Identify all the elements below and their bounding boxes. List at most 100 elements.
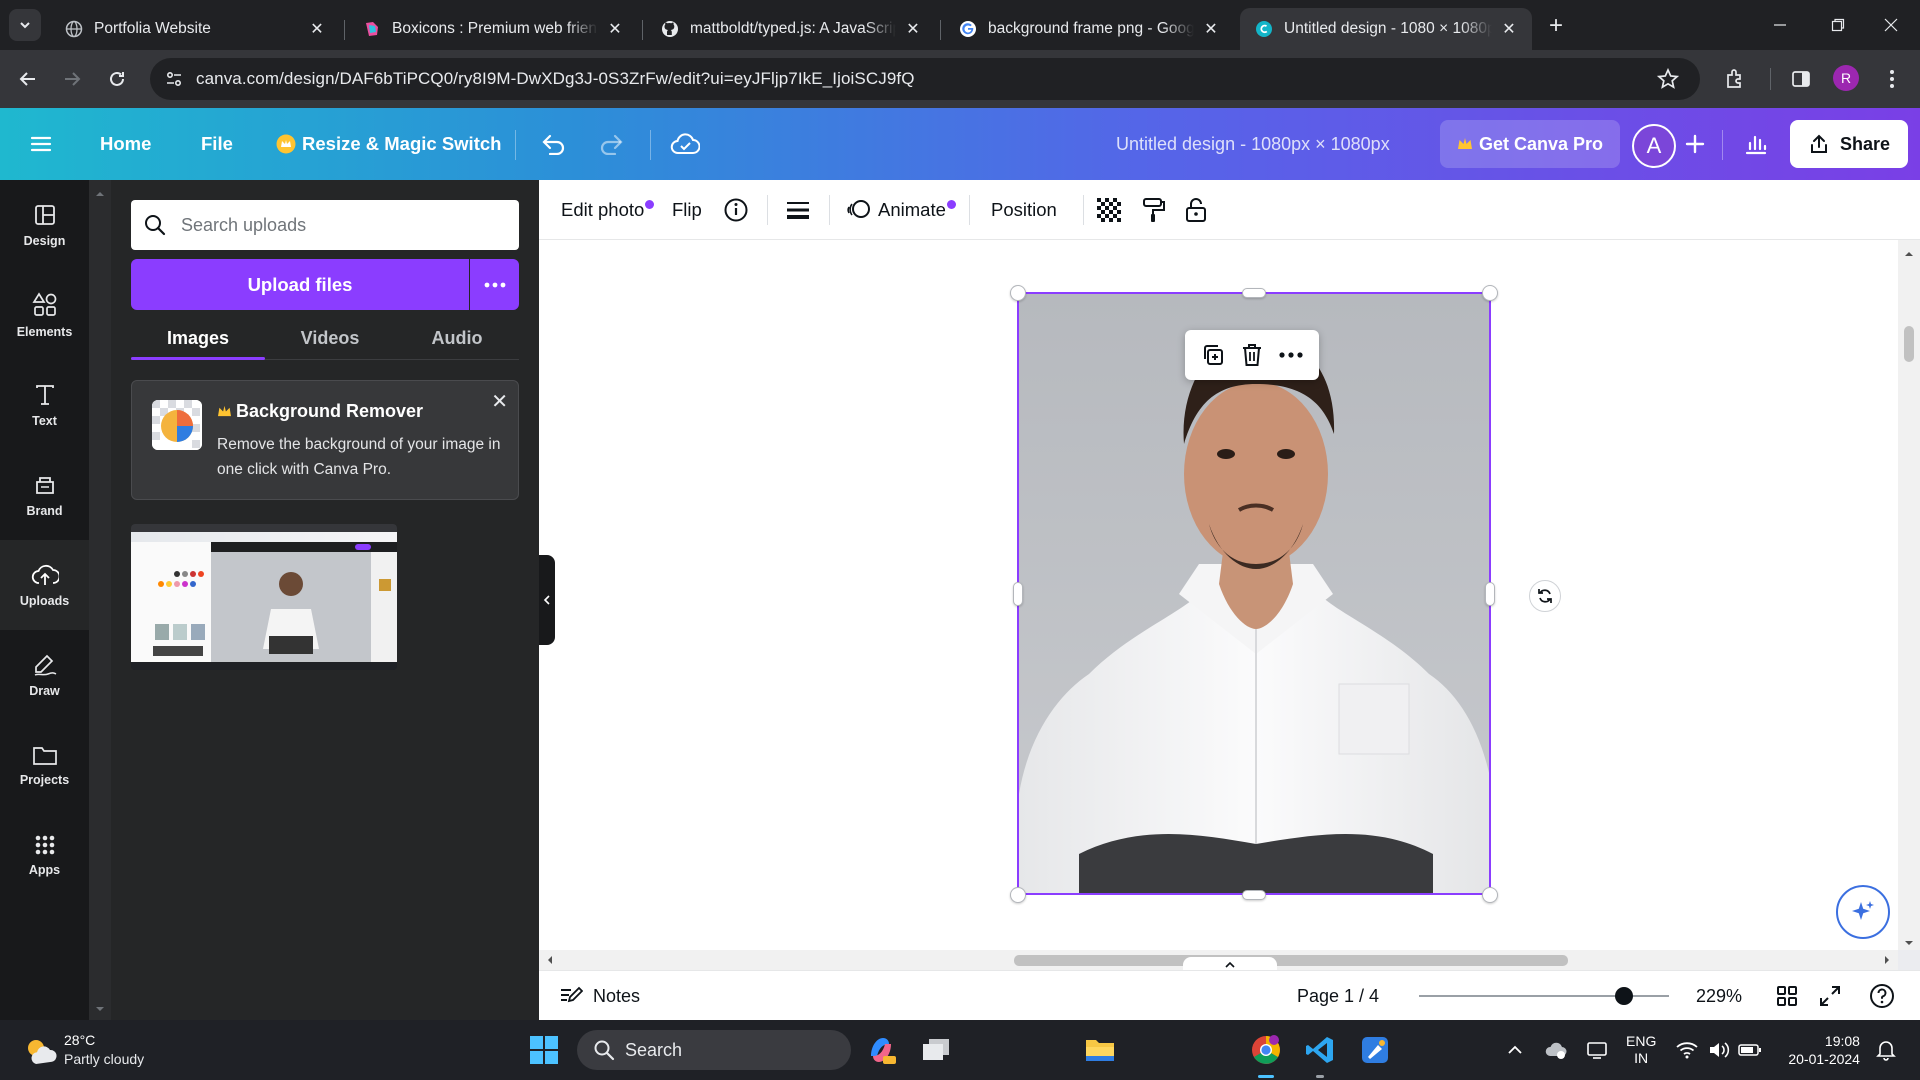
- browser-tab[interactable]: Portfolia Website ✕: [50, 8, 340, 50]
- battery-icon[interactable]: [1738, 1043, 1762, 1057]
- scroll-up-arrow-icon[interactable]: [89, 186, 111, 200]
- tab-videos[interactable]: Videos: [265, 318, 395, 358]
- language-indicator[interactable]: ENG IN: [1626, 1033, 1656, 1067]
- close-window-button[interactable]: [1862, 0, 1920, 50]
- user-avatar[interactable]: A: [1632, 124, 1676, 168]
- resize-magic-switch-button[interactable]: Resize & Magic Switch: [276, 108, 501, 180]
- taskbar-copilot[interactable]: [861, 1030, 901, 1070]
- onedrive-icon[interactable]: [1544, 1040, 1568, 1060]
- close-promo-icon[interactable]: ✕: [491, 389, 508, 414]
- redo-button[interactable]: [598, 108, 624, 180]
- chevron-up-icon[interactable]: [1506, 1043, 1524, 1057]
- share-button[interactable]: Share: [1790, 120, 1908, 168]
- scroll-down-arrow-icon[interactable]: [1898, 936, 1920, 950]
- browser-tab-active[interactable]: Untitled design - 1080 × 1080px ✕: [1240, 8, 1532, 50]
- design-page[interactable]: [539, 240, 1898, 950]
- back-button[interactable]: [12, 63, 44, 95]
- rail-item-projects[interactable]: Projects: [0, 720, 89, 810]
- border-style-button[interactable]: [786, 180, 810, 240]
- rail-item-draw[interactable]: Draw: [0, 630, 89, 720]
- home-button[interactable]: Home: [100, 108, 151, 180]
- side-panel-icon[interactable]: [1790, 68, 1812, 90]
- zoom-level[interactable]: 229%: [1696, 971, 1742, 1021]
- scroll-up-arrow-icon[interactable]: [1898, 246, 1920, 260]
- taskbar-paint[interactable]: [1355, 1030, 1395, 1070]
- browser-tab[interactable]: background frame png - Google Search ✕: [944, 8, 1234, 50]
- add-collaborator-button[interactable]: [1685, 108, 1705, 180]
- close-tab-icon[interactable]: ✕: [306, 18, 328, 40]
- insights-button[interactable]: [1744, 108, 1768, 180]
- upload-more-options-button[interactable]: [470, 259, 519, 310]
- info-button[interactable]: [723, 180, 749, 240]
- start-button[interactable]: [524, 1030, 564, 1070]
- close-tab-icon[interactable]: ✕: [902, 18, 924, 40]
- lock-button[interactable]: [1185, 180, 1207, 240]
- search-uploads-box[interactable]: [131, 200, 519, 250]
- fullscreen-button[interactable]: [1819, 971, 1841, 1021]
- reload-button[interactable]: [101, 63, 133, 95]
- position-button[interactable]: Position: [991, 180, 1057, 240]
- extensions-icon[interactable]: [1724, 68, 1746, 90]
- weather-widget[interactable]: 28°C Partly cloudy: [18, 1028, 178, 1072]
- duplicate-button[interactable]: [1201, 343, 1225, 367]
- undo-button[interactable]: [541, 108, 567, 180]
- notes-button[interactable]: Notes: [559, 971, 640, 1021]
- scroll-down-arrow-icon[interactable]: [89, 1002, 111, 1016]
- browser-tab[interactable]: mattboldt/typed.js: A JavaScript Typing …: [646, 8, 936, 50]
- wifi-icon[interactable]: [1676, 1041, 1698, 1059]
- forward-button[interactable]: [56, 63, 88, 95]
- flip-button[interactable]: Flip: [672, 180, 702, 240]
- taskbar-search[interactable]: Search: [577, 1030, 851, 1070]
- main-menu-button[interactable]: [30, 108, 52, 180]
- tab-images[interactable]: Images: [131, 318, 265, 358]
- grid-view-button[interactable]: [1776, 971, 1798, 1021]
- taskbar-vscode[interactable]: [1300, 1030, 1340, 1070]
- save-status-button[interactable]: [670, 108, 700, 180]
- rail-item-apps[interactable]: Apps: [0, 810, 89, 900]
- resize-handle-n[interactable]: [1242, 288, 1266, 298]
- upload-files-button[interactable]: Upload files: [131, 259, 469, 310]
- scroll-thumb[interactable]: [1904, 326, 1914, 362]
- resize-handle-se[interactable]: [1482, 887, 1498, 903]
- close-tab-icon[interactable]: ✕: [1200, 18, 1222, 40]
- resize-handle-s[interactable]: [1242, 890, 1266, 900]
- display-icon[interactable]: [1586, 1040, 1608, 1060]
- rail-item-text[interactable]: Text: [0, 360, 89, 450]
- profile-avatar[interactable]: R: [1833, 65, 1859, 91]
- panel-scrollbar[interactable]: [89, 180, 111, 1020]
- resize-handle-sw[interactable]: [1010, 887, 1026, 903]
- rail-item-design[interactable]: Design: [0, 180, 89, 270]
- zoom-slider-knob[interactable]: [1615, 987, 1633, 1005]
- resize-handle-e[interactable]: [1485, 582, 1495, 606]
- resize-handle-nw[interactable]: [1010, 285, 1026, 301]
- close-tab-icon[interactable]: ✕: [1498, 18, 1520, 40]
- scroll-thumb[interactable]: [1014, 955, 1568, 966]
- canvas-vertical-scrollbar[interactable]: [1898, 240, 1920, 950]
- close-tab-icon[interactable]: ✕: [604, 18, 626, 40]
- new-tab-button[interactable]: +: [1540, 10, 1572, 42]
- uploaded-image-thumbnail[interactable]: [131, 524, 397, 670]
- browser-menu-icon[interactable]: [1888, 68, 1896, 90]
- selected-photo[interactable]: [1017, 292, 1491, 895]
- rotate-handle[interactable]: [1529, 580, 1561, 612]
- tab-search-button[interactable]: [9, 9, 41, 41]
- delete-button[interactable]: [1241, 343, 1263, 367]
- help-button[interactable]: [1869, 971, 1895, 1021]
- taskbar-app-windows[interactable]: [916, 1030, 956, 1070]
- site-info-icon[interactable]: [164, 69, 184, 89]
- rail-item-brand[interactable]: Brand: [0, 450, 89, 540]
- rail-item-uploads[interactable]: Uploads: [0, 540, 89, 630]
- tab-audio[interactable]: Audio: [395, 318, 519, 358]
- taskbar-chrome[interactable]: [1246, 1030, 1286, 1070]
- page-indicator[interactable]: Page 1 / 4: [1297, 971, 1379, 1021]
- bookmark-star-icon[interactable]: [1657, 68, 1679, 90]
- panel-collapse-tab[interactable]: [539, 555, 555, 645]
- design-title[interactable]: Untitled design - 1080px × 1080px: [1116, 108, 1390, 180]
- resize-handle-ne[interactable]: [1482, 285, 1498, 301]
- resize-handle-w[interactable]: [1013, 582, 1023, 606]
- scroll-left-arrow-icon[interactable]: [543, 950, 557, 970]
- transparency-button[interactable]: [1097, 180, 1121, 240]
- clock[interactable]: 19:08 20-01-2024: [1788, 1032, 1860, 1068]
- copy-style-button[interactable]: [1142, 180, 1166, 240]
- zoom-slider[interactable]: [1419, 971, 1669, 1021]
